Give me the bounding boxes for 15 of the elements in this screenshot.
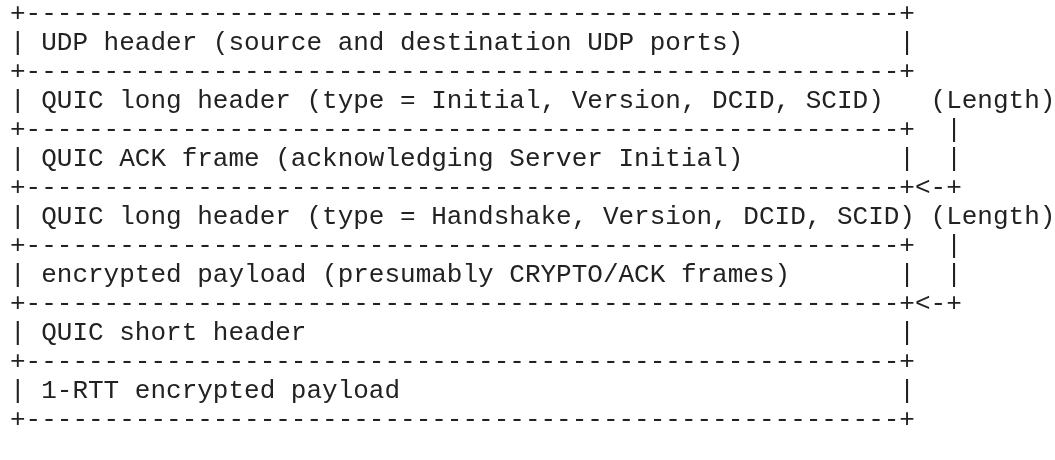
diagram-text-line: +--------------------------------------------------------+ [10,0,915,29]
diagram-text-line: | QUIC long header (type = Initial, Version, DCID, SCID) (Length) [10,87,1055,116]
diagram-text-line: | UDP header (source and destination UDP ports) | [10,29,915,58]
diagram-text-line: | 1-RTT encrypted payload | [10,377,915,406]
diagram-text-line: +--------------------------------------------------------+ [10,58,915,87]
diagram-text-line: +--------------------------------------------------------+ | [10,116,962,145]
diagram-text-line: +--------------------------------------------------------+<-+ [10,174,962,203]
diagram-text-line: +--------------------------------------------------------+ | [10,232,962,261]
diagram-text-line: +--------------------------------------------------------+ [10,348,915,377]
diagram-text-line: +--------------------------------------------------------+<-+ [10,290,962,319]
diagram-text-line: | QUIC short header | [10,319,915,348]
diagram-text-line: | encrypted payload (presumably CRYPTO/ACK frames) | | [10,261,962,290]
diagram-text-line: | QUIC ACK frame (acknowledging Server Initial) | | [10,145,962,174]
diagram-text-line: +--------------------------------------------------------+ [10,406,915,435]
diagram-text-line: | QUIC long header (type = Handshake, Version, DCID, SCID) (Length) [10,203,1055,232]
